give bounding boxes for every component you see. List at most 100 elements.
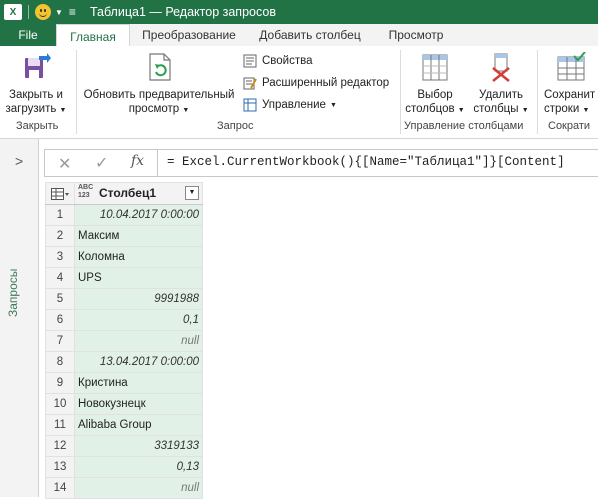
tab-add-column[interactable]: Добавить столбец xyxy=(251,24,369,46)
table-cell[interactable]: 3319133 xyxy=(74,435,203,457)
chevron-down-icon: ▼ xyxy=(59,107,67,114)
queries-panel-label[interactable]: Запросы xyxy=(6,269,20,317)
row-number[interactable]: 2 xyxy=(45,225,75,247)
refresh-preview-button[interactable]: Обновить предварительный просмотр ▼ xyxy=(80,50,238,116)
table-cell[interactable]: Кристина xyxy=(74,372,203,394)
tab-transform[interactable]: Преобразование xyxy=(133,24,245,46)
table-row[interactable]: 4 UPS xyxy=(45,267,203,289)
table-menu[interactable] xyxy=(45,182,75,205)
row-number[interactable]: 4 xyxy=(45,267,75,289)
table-row[interactable]: 8 13.04.2017 0:00:00 xyxy=(45,351,203,373)
smiley-icon[interactable] xyxy=(35,4,51,20)
table-cell[interactable]: Новокузнецк xyxy=(74,393,203,415)
window-title: Таблица1 — Редактор запросов xyxy=(89,5,276,19)
row-number[interactable]: 3 xyxy=(45,246,75,268)
formula-input[interactable]: = Excel.CurrentWorkbook(){[Name="Таблица… xyxy=(167,155,565,169)
close-load-icon xyxy=(25,53,51,78)
table-cell[interactable]: 9991988 xyxy=(74,288,203,310)
row-number[interactable]: 13 xyxy=(45,456,75,478)
filter-dropdown-icon[interactable]: ▼ xyxy=(185,186,199,200)
tab-file[interactable]: File xyxy=(0,24,56,46)
title-separator xyxy=(28,5,29,19)
table-row[interactable]: 12 3319133 xyxy=(45,435,203,457)
properties-icon xyxy=(243,54,257,68)
table-cell[interactable]: 13.04.2017 0:00:00 xyxy=(74,351,203,373)
close-load-button[interactable]: Закрыть и загрузить ▼ xyxy=(4,50,68,116)
row-number[interactable]: 1 xyxy=(45,204,75,226)
table-row[interactable]: 11 Alibaba Group xyxy=(45,414,203,436)
column-name: Столбец1 xyxy=(99,186,157,200)
group-divider xyxy=(76,50,77,134)
table-cell[interactable]: 0,13 xyxy=(74,456,203,478)
table-row[interactable]: 10 Новокузнецк xyxy=(45,393,203,415)
choose-columns-button[interactable]: Выбор столбцов ▼ xyxy=(403,50,467,116)
table-cell[interactable]: 0,1 xyxy=(74,309,203,331)
confirm-formula-icon[interactable]: ✓ xyxy=(95,153,108,173)
chevron-down-icon: ▼ xyxy=(457,107,465,114)
qat-customize-icon[interactable]: ≡ xyxy=(69,5,76,19)
group-divider xyxy=(400,50,401,134)
table-cell[interactable]: null xyxy=(74,477,203,499)
refresh-label-2: просмотр xyxy=(128,103,180,115)
remove-columns-icon xyxy=(492,53,510,82)
ribbon-tabs: File Главная Преобразование Добавить сто… xyxy=(0,24,598,48)
table-cell[interactable]: Коломна xyxy=(74,246,203,268)
formula-divider xyxy=(157,150,158,176)
group-label-close: Закрыть xyxy=(16,120,59,132)
row-number[interactable]: 5 xyxy=(45,288,75,310)
table-row[interactable]: 5 9991988 xyxy=(45,288,203,310)
column-header[interactable]: ABC 123 Столбец1 ▼ xyxy=(74,182,203,205)
close-load-label-2: загрузить xyxy=(5,103,57,115)
cancel-formula-icon[interactable]: ✕ xyxy=(58,154,71,174)
remove-columns-label-2: столбцы xyxy=(473,103,519,115)
group-label-query: Запрос xyxy=(217,120,254,132)
table-cell[interactable]: null xyxy=(74,330,203,352)
table-row[interactable]: 7 null xyxy=(45,330,203,352)
qat-dropdown-icon[interactable]: ▼ xyxy=(55,8,63,17)
table-row[interactable]: 9 Кристина xyxy=(45,372,203,394)
table-cell[interactable]: Максим xyxy=(74,225,203,247)
group-label-manage-columns: Управление столбцами xyxy=(404,120,524,132)
row-number[interactable]: 12 xyxy=(45,435,75,457)
chevron-down-icon: ▼ xyxy=(329,101,337,109)
row-number[interactable]: 6 xyxy=(45,309,75,331)
chevron-down-icon: ▼ xyxy=(582,107,590,114)
group-divider xyxy=(537,50,538,134)
tab-home[interactable]: Главная xyxy=(56,24,130,48)
table-row[interactable]: 13 0,13 xyxy=(45,456,203,478)
properties-button[interactable]: Свойства xyxy=(243,52,313,70)
table-row[interactable]: 1 10.04.2017 0:00:00 xyxy=(45,204,203,226)
formula-bar: ✕ ✓ fx = Excel.CurrentWorkbook(){[Name="… xyxy=(44,149,598,177)
chevron-right-icon[interactable]: > xyxy=(15,153,23,169)
choose-columns-icon xyxy=(422,54,448,81)
keep-rows-button[interactable]: Сохранит строки ▼ xyxy=(540,50,598,116)
table-cell[interactable]: Alibaba Group xyxy=(74,414,203,436)
table-row[interactable]: 2 Максим xyxy=(45,225,203,247)
table-row[interactable]: 14 null xyxy=(45,477,203,499)
row-number[interactable]: 14 xyxy=(45,477,75,499)
column-type-icon[interactable]: ABC 123 xyxy=(78,184,93,200)
fx-icon[interactable]: fx xyxy=(131,153,144,169)
table-row[interactable]: 6 0,1 xyxy=(45,309,203,331)
table-row[interactable]: 3 Коломна xyxy=(45,246,203,268)
manage-button[interactable]: Управление ▼ xyxy=(243,96,337,114)
choose-columns-label-2: столбцов xyxy=(405,103,455,115)
remove-columns-button[interactable]: Удалить столбцы ▼ xyxy=(469,50,533,116)
chevron-down-icon: ▼ xyxy=(521,107,529,114)
row-number[interactable]: 9 xyxy=(45,372,75,394)
chevron-down-icon: ▼ xyxy=(182,107,190,114)
ribbon: Закрыть и загрузить ▼ Закрыть Обновить п… xyxy=(0,46,598,139)
table-cell[interactable]: UPS xyxy=(74,267,203,289)
row-number[interactable]: 8 xyxy=(45,351,75,373)
queries-panel: > Запросы xyxy=(0,139,39,497)
choose-columns-label-1: Выбор xyxy=(417,89,453,101)
row-number[interactable]: 10 xyxy=(45,393,75,415)
remove-columns-label-1: Удалить xyxy=(479,89,523,101)
tab-view[interactable]: Просмотр xyxy=(378,24,454,46)
advanced-editor-button[interactable]: Расширенный редактор xyxy=(243,74,389,92)
row-number[interactable]: 7 xyxy=(45,330,75,352)
row-number[interactable]: 11 xyxy=(45,414,75,436)
table-cell[interactable]: 10.04.2017 0:00:00 xyxy=(74,204,203,226)
properties-label: Свойства xyxy=(262,55,313,67)
keep-rows-label-2: строки xyxy=(544,103,580,115)
